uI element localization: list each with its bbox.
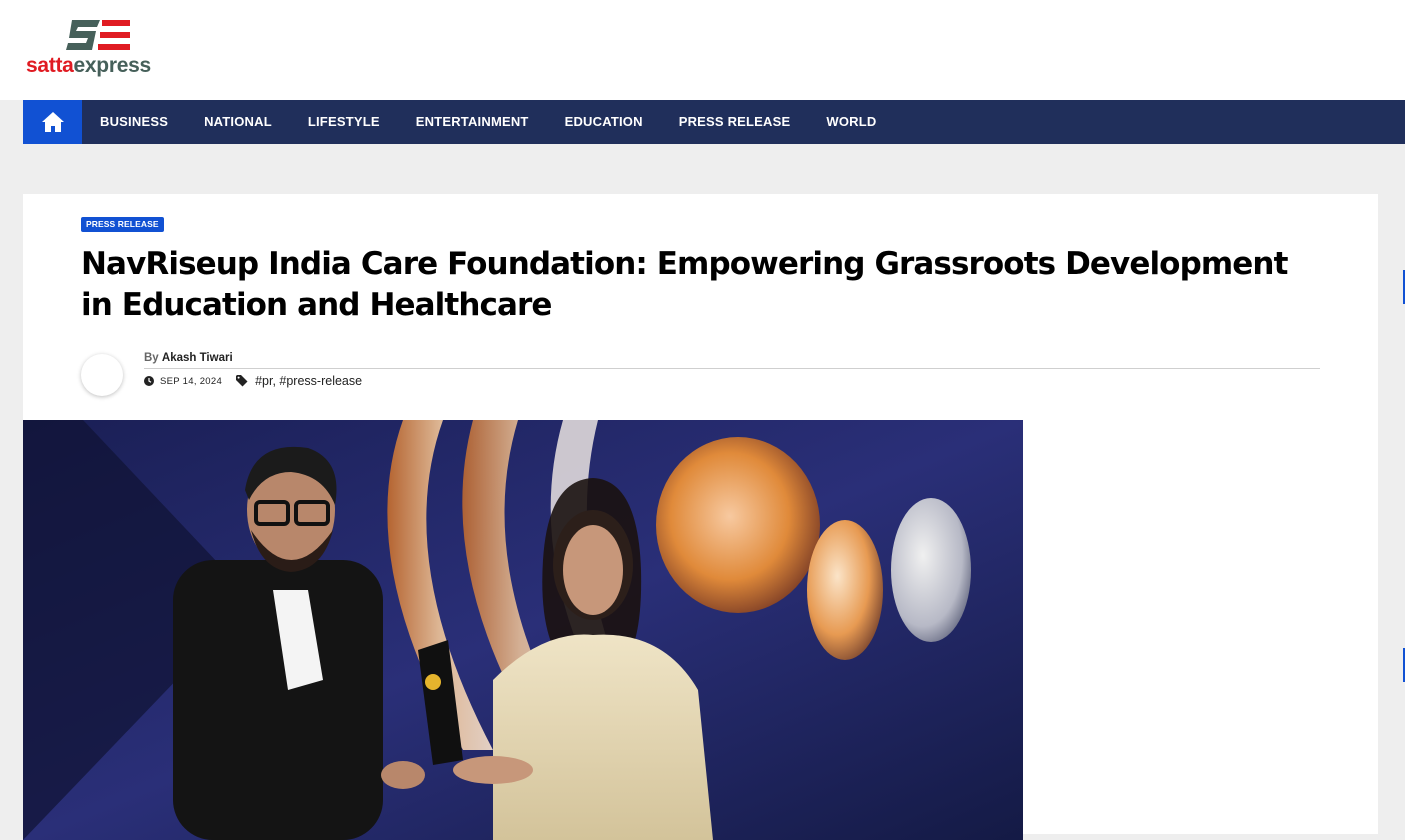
nav-item-press-release[interactable]: PRESS RELEASE [661, 100, 809, 144]
tag-link-pr[interactable]: #pr [255, 374, 272, 388]
category-badge[interactable]: PRESS RELEASE [81, 217, 164, 232]
nav-item-national[interactable]: NATIONAL [186, 100, 290, 144]
by-label: By [144, 352, 159, 364]
site-logo[interactable]: sattaexpress [26, 18, 176, 80]
byline: By Akash Tiwari [144, 352, 233, 364]
home-button[interactable] [23, 100, 82, 144]
article-title: NavRiseup India Care Foundation: Empower… [81, 246, 1288, 323]
nav-item-business[interactable]: BUSINESS [82, 100, 186, 144]
article-meta: SEP 14, 2024 #pr, #press-release [144, 374, 362, 388]
publish-date[interactable]: SEP 14, 2024 [160, 376, 222, 387]
tag-link-press-release[interactable]: #press-release [279, 374, 362, 388]
nav-item-lifestyle[interactable]: LIFESTYLE [290, 100, 398, 144]
nav-item-world[interactable]: WORLD [808, 100, 894, 144]
logo-wordmark: sattaexpress [26, 54, 151, 78]
logo-wordmark-part1: satta [26, 54, 74, 77]
home-icon [41, 112, 64, 132]
article-card: PRESS RELEASE NavRiseup India Care Found… [23, 194, 1378, 840]
nav-item-entertainment[interactable]: ENTERTAINMENT [398, 100, 547, 144]
tag-list: #pr, #press-release [255, 374, 362, 388]
nav-item-education[interactable]: EDUCATION [547, 100, 661, 144]
se-logo-icon [66, 20, 130, 50]
site-header: sattaexpress [0, 0, 1405, 100]
author-avatar[interactable] [81, 354, 123, 396]
author-name-link[interactable]: Akash Tiwari [162, 352, 233, 364]
nav-menu: BUSINESS NATIONAL LIFESTYLE ENTERTAINMEN… [82, 100, 895, 144]
meta-divider [144, 368, 1320, 369]
article-hero-image [23, 420, 1023, 840]
clock-icon [144, 376, 154, 386]
tag-icon [236, 375, 248, 387]
award-ceremony-photo [23, 420, 1023, 840]
logo-wordmark-part2: express [73, 54, 152, 77]
main-navigation: BUSINESS NATIONAL LIFESTYLE ENTERTAINMEN… [23, 100, 1405, 144]
